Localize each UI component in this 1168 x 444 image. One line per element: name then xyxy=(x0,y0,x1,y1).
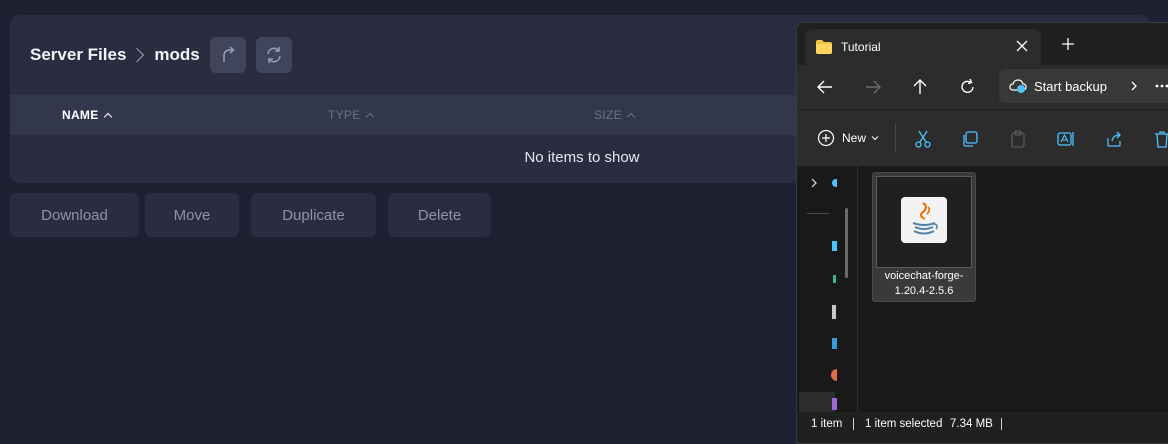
close-icon[interactable] xyxy=(1013,37,1031,55)
selection-count: 1 item selected xyxy=(865,418,943,430)
pictures-icon[interactable] xyxy=(832,338,837,349)
download-button[interactable]: Download xyxy=(10,193,139,237)
column-name-label: NAME xyxy=(62,108,99,122)
explorer-status-bar: 1 item 1 item selected 7.34 MB xyxy=(797,412,1168,443)
chevron-right-icon xyxy=(1131,81,1137,91)
explorer-navbar: Start backup xyxy=(797,65,1168,109)
navigation-pane xyxy=(797,166,858,412)
paste-icon[interactable] xyxy=(1008,129,1028,149)
back-arrow-icon[interactable] xyxy=(815,77,835,97)
rename-icon[interactable] xyxy=(1056,129,1076,149)
nav-item-selected[interactable] xyxy=(799,392,835,412)
plus-icon[interactable] xyxy=(1059,35,1077,53)
move-button[interactable]: Move xyxy=(145,193,239,237)
sort-asc-icon xyxy=(103,112,112,121)
up-arrow-icon[interactable] xyxy=(910,77,930,97)
documents-icon[interactable] xyxy=(832,305,836,319)
file-name: voicechat-forge- 1.20.4-2.5.6 xyxy=(873,269,975,299)
file-item[interactable]: voicechat-forge- 1.20.4-2.5.6 xyxy=(872,172,976,302)
item-count: 1 item xyxy=(811,418,843,430)
new-button-label: New xyxy=(842,131,867,145)
tab-title: Tutorial xyxy=(841,40,881,54)
explorer-tab[interactable]: Tutorial xyxy=(805,29,1041,65)
selection-size: 7.34 MB xyxy=(950,418,993,430)
chevron-right-icon[interactable] xyxy=(809,178,819,188)
copy-icon[interactable] xyxy=(960,129,980,149)
downloads-icon[interactable] xyxy=(833,275,836,283)
breadcrumb: Server Files mods xyxy=(30,37,292,73)
cloud-backup-icon xyxy=(1009,79,1027,93)
toolbar-divider xyxy=(895,124,896,152)
java-jar-icon xyxy=(901,197,947,243)
column-type-label: TYPE xyxy=(328,108,361,122)
share-icon[interactable] xyxy=(1104,129,1124,149)
column-name[interactable]: NAME xyxy=(62,108,112,122)
status-divider xyxy=(853,418,854,430)
delete-icon[interactable] xyxy=(1152,129,1168,149)
explorer-command-bar: New xyxy=(797,109,1168,167)
file-actions: Download Move Duplicate Delete xyxy=(10,193,497,237)
music-icon[interactable] xyxy=(831,369,837,381)
column-type[interactable]: TYPE xyxy=(328,108,374,122)
plus-circle-icon xyxy=(817,129,835,147)
file-name-line-1: voicechat-forge- xyxy=(884,270,964,282)
delete-button[interactable]: Delete xyxy=(388,193,491,237)
refresh-icon[interactable] xyxy=(958,77,978,97)
forward-arrow-icon[interactable] xyxy=(863,77,883,97)
explorer-titlebar: Tutorial xyxy=(797,23,1168,65)
chevron-right-icon xyxy=(130,47,145,63)
nav-divider xyxy=(807,213,829,214)
column-size-label: SIZE xyxy=(594,108,622,122)
start-backup-label: Start backup xyxy=(1034,79,1107,94)
sort-asc-icon xyxy=(365,112,374,121)
cut-icon[interactable] xyxy=(913,129,933,149)
scrollbar-thumb[interactable] xyxy=(845,208,848,278)
onedrive-icon[interactable] xyxy=(832,179,837,187)
status-divider xyxy=(1001,418,1002,430)
up-folder-icon xyxy=(223,46,235,62)
more-options-icon xyxy=(1155,84,1168,88)
start-backup-button[interactable]: Start backup xyxy=(999,69,1168,103)
file-list-area: voicechat-forge- 1.20.4-2.5.6 xyxy=(858,166,1168,412)
breadcrumb-mods[interactable]: mods xyxy=(154,45,199,65)
file-thumbnail xyxy=(876,176,972,268)
new-button[interactable]: New xyxy=(817,129,879,147)
column-size[interactable]: SIZE xyxy=(594,108,636,122)
duplicate-button[interactable]: Duplicate xyxy=(251,193,376,237)
desktop-icon[interactable] xyxy=(832,241,837,251)
breadcrumb-server-files[interactable]: Server Files xyxy=(30,45,126,65)
file-explorer-window: Tutorial Start backup New voicechat-forg… xyxy=(796,22,1168,444)
sort-asc-icon xyxy=(626,112,636,121)
refresh-button[interactable] xyxy=(255,37,292,73)
chevron-down-icon xyxy=(871,136,879,141)
videos-icon[interactable] xyxy=(832,398,837,410)
refresh-icon xyxy=(267,47,281,63)
up-folder-button[interactable] xyxy=(209,37,246,73)
folder-icon xyxy=(816,40,832,54)
file-name-line-2: 1.20.4-2.5.6 xyxy=(894,285,954,297)
